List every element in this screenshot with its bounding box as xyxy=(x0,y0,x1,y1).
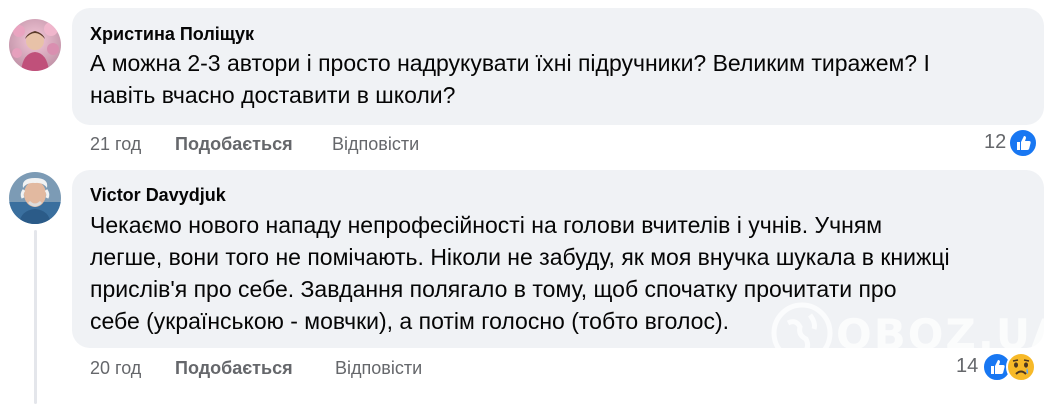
avatar-khrystyna[interactable] xyxy=(9,19,61,71)
comment-author[interactable]: Victor Davydjuk xyxy=(90,185,226,206)
comment-text-line: навіть вчасно доставити в школи? xyxy=(90,82,456,108)
comment-text-line: Чекаємо нового нападу непрофесійності на… xyxy=(90,212,883,238)
globe-watermark-icon xyxy=(771,302,833,364)
comment-text-line: легше, вони того не помічають. Ніколи не… xyxy=(90,244,950,270)
avatar-victor[interactable] xyxy=(9,172,61,224)
watermark-text: OBOZ.UA xyxy=(836,310,1050,359)
comment-author[interactable]: Христина Поліщук xyxy=(90,24,254,45)
avatar-photo xyxy=(9,172,61,224)
like-reaction-icon[interactable] xyxy=(1008,128,1038,158)
avatar-photo xyxy=(9,19,61,71)
like-button[interactable]: Подобається xyxy=(175,358,293,379)
thread-line xyxy=(34,230,37,404)
like-button[interactable]: Подобається xyxy=(175,134,293,155)
comment-text-line: себе (українською - мовчки), а потім гол… xyxy=(90,308,729,334)
reply-button[interactable]: Відповісти xyxy=(335,358,422,379)
reply-button[interactable]: Відповісти xyxy=(332,134,419,155)
comment-timestamp[interactable]: 21 год xyxy=(90,134,141,155)
comment-timestamp[interactable]: 20 год xyxy=(90,358,141,379)
reaction-count[interactable]: 12 xyxy=(984,131,1006,154)
comment-text-line: А можна 2-3 автори і просто надрукувати … xyxy=(90,50,930,76)
